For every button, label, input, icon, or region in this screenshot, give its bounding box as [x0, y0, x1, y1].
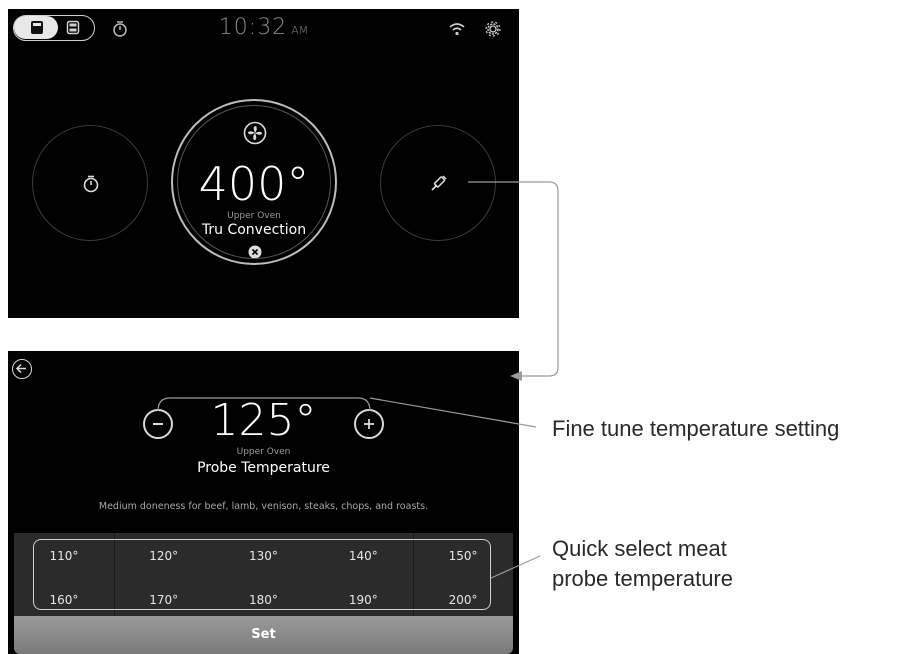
- callout-arrowhead: [510, 371, 522, 381]
- callout-lines: [157, 181, 559, 579]
- fine-tune-annotation: Fine tune temperature setting: [552, 416, 840, 441]
- quick-select-annotation-line2: probe temperature: [552, 566, 733, 591]
- quick-select-annotation-line1: Quick select meat: [552, 536, 727, 561]
